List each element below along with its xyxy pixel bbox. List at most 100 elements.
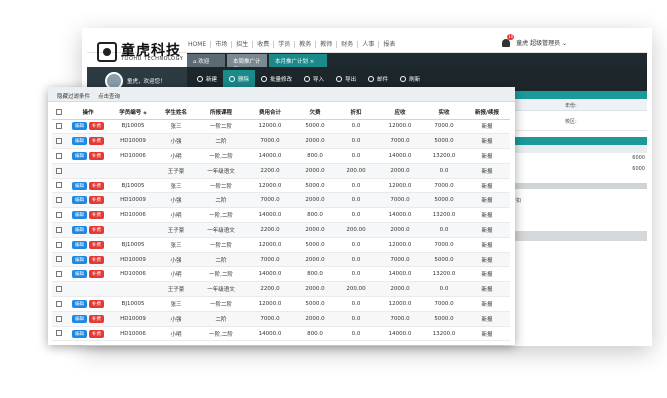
cell-student-id: BJ10005: [110, 296, 156, 312]
user-name[interactable]: 童虎 超级管理员 ⌄: [516, 38, 567, 47]
edit-button[interactable]: 编辑: [72, 329, 87, 338]
table-row[interactable]: 编辑 补费 HD10009 小强 二阶 7000.0 2000.0 0.0 7000.0 5000…: [52, 192, 510, 209]
row-checkbox-cell[interactable]: [52, 326, 66, 342]
batch-edit-button[interactable]: 批量修改: [255, 70, 298, 88]
select-all-checkbox-cell[interactable]: [52, 105, 66, 120]
add-fee-button[interactable]: 补费: [89, 270, 104, 279]
checkbox[interactable]: [56, 226, 62, 233]
mail-button[interactable]: 邮件: [362, 70, 394, 88]
table-row[interactable]: 编辑 补费 BJ10005 张三 一阶二阶 12000.0 5000.0 0.0 12000.0…: [52, 178, 510, 194]
table-row[interactable]: 编辑 补费 王子豪 一年级语文 2200.0 2000.0 200.00 2000.0 0.0 新…: [52, 222, 510, 238]
export-button[interactable]: 导出: [330, 70, 362, 88]
table-row[interactable]: 编辑 补费 BJ10005 张三 一阶二阶 12000.0 5000.0 0.0 12000.0…: [52, 237, 510, 253]
row-checkbox-cell[interactable]: [52, 148, 66, 164]
edit-button[interactable]: 编辑: [72, 225, 87, 234]
topnav-item[interactable]: 报表: [379, 41, 399, 48]
sort-icon[interactable]: ◆: [143, 111, 146, 116]
edit-button[interactable]: 编辑: [72, 137, 87, 146]
add-fee-button[interactable]: 补费: [89, 329, 104, 338]
query-link[interactable]: 点击查询: [98, 92, 120, 100]
checkbox[interactable]: [56, 256, 62, 263]
checkbox[interactable]: [56, 241, 62, 248]
table-row[interactable]: 编辑 补费 HD10006 小明 一阶,二阶 14000.0 800.0 0.0 14000.0…: [52, 148, 510, 164]
col-student-id[interactable]: 学员编号 ◆: [110, 105, 156, 120]
topnav-item[interactable]: 人事: [358, 40, 380, 48]
row-checkbox-cell[interactable]: [52, 163, 66, 179]
checkbox[interactable]: [56, 330, 62, 337]
hide-filter-link[interactable]: 隐藏过滤条件: [57, 92, 90, 100]
add-fee-button[interactable]: 补费: [89, 181, 104, 190]
row-checkbox-cell[interactable]: [52, 281, 66, 298]
row-checkbox-cell[interactable]: [52, 311, 66, 327]
bell-icon[interactable]: 10: [502, 33, 515, 47]
tab-month-plan[interactable]: 本月推广计划 ×: [269, 54, 327, 67]
checkbox[interactable]: [56, 300, 62, 307]
edit-button[interactable]: 编辑: [72, 255, 87, 264]
edit-button[interactable]: 编辑: [72, 314, 87, 323]
checkbox[interactable]: [56, 315, 62, 322]
checkbox[interactable]: [56, 108, 62, 115]
add-fee-button[interactable]: 补费: [89, 240, 104, 249]
refresh-button[interactable]: 刷新: [394, 70, 426, 88]
delete-button[interactable]: 删除: [223, 70, 256, 88]
row-checkbox-cell[interactable]: [52, 252, 66, 268]
topnav-item[interactable]: 财务: [337, 40, 359, 48]
edit-button[interactable]: 编辑: [72, 196, 87, 205]
table-row[interactable]: 编辑 补费 HD10009 小强 二阶 7000.0 2000.0 0.0 7000.0 5000…: [52, 311, 510, 327]
import-button[interactable]: 导入: [298, 70, 330, 88]
row-checkbox-cell[interactable]: [52, 222, 66, 238]
add-fee-button[interactable]: 补费: [89, 211, 104, 220]
checkbox[interactable]: [56, 271, 62, 278]
topnav-item[interactable]: 教师: [316, 40, 338, 48]
edit-button[interactable]: 编辑: [72, 211, 87, 220]
cell-student-id: [110, 281, 156, 298]
edit-button[interactable]: 编辑: [72, 151, 87, 160]
new-button[interactable]: 新建: [191, 70, 223, 88]
table-row[interactable]: 编辑 补费 BJ10005 张三 一阶二阶 12000.0 5000.0 0.0 12000.0…: [52, 296, 510, 312]
edit-button[interactable]: 编辑: [72, 299, 87, 308]
row-checkbox-cell[interactable]: [52, 178, 66, 194]
checkbox[interactable]: [56, 137, 62, 144]
add-fee-button[interactable]: 补费: [89, 225, 104, 234]
checkbox[interactable]: [56, 197, 62, 204]
checkbox[interactable]: [56, 211, 62, 218]
table-row[interactable]: 王子豪 一年级语文 2200.0 2000.0 200.00 2000.0 0.0 新报: [52, 281, 510, 298]
add-fee-button[interactable]: 补费: [89, 137, 104, 146]
tab-welcome[interactable]: ⌂ 欢迎: [187, 54, 225, 67]
add-fee-button[interactable]: 补费: [89, 255, 104, 264]
edit-button[interactable]: 编辑: [72, 181, 87, 190]
table-row[interactable]: 编辑 补费 HD10009 小强 二阶 7000.0 2000.0 0.0 7000.0 5000…: [52, 133, 510, 150]
topnav-item[interactable]: 学员: [274, 40, 296, 48]
row-checkbox-cell[interactable]: [52, 192, 66, 209]
table-row[interactable]: 王子豪 一年级语文 2200.0 2000.0 200.00 2000.0 0.0 新报: [52, 163, 510, 179]
user-area[interactable]: 10 童虎 超级管理员 ⌄: [502, 33, 567, 47]
table-row[interactable]: 编辑 补费 HD10006 小明 一阶,二阶 14000.0 800.0 0.0 14000.0…: [52, 207, 510, 224]
add-fee-button[interactable]: 补费: [89, 196, 104, 205]
row-checkbox-cell[interactable]: [52, 237, 66, 253]
checkbox[interactable]: [56, 123, 62, 130]
add-fee-button[interactable]: 补费: [89, 299, 104, 308]
edit-button[interactable]: 编辑: [72, 122, 87, 131]
tab-week-plan[interactable]: 本周推广计划 ×: [227, 54, 267, 73]
checkbox[interactable]: [56, 182, 62, 189]
topnav-item[interactable]: 招生: [232, 40, 254, 48]
add-fee-button[interactable]: 补费: [89, 314, 104, 323]
add-fee-button[interactable]: 补费: [89, 122, 104, 131]
add-fee-button[interactable]: 补费: [89, 151, 104, 160]
checkbox[interactable]: [56, 152, 62, 159]
table-row[interactable]: 编辑 补费 HD10006 小明 一阶,二阶 14000.0 800.0 0.0 14000.0…: [52, 326, 510, 342]
table-row[interactable]: 编辑 补费 BJ10005 张三 一阶二阶 12000.0 5000.0 0.0 12000.0…: [52, 119, 510, 135]
row-checkbox-cell[interactable]: [52, 266, 66, 283]
row-checkbox-cell[interactable]: [52, 207, 66, 224]
table-row[interactable]: 编辑 补费 HD10009 小强 二阶 7000.0 2000.0 0.0 7000.0 5000…: [52, 252, 510, 268]
table-row[interactable]: 编辑 补费 HD10006 小明 一阶,二阶 14000.0 800.0 0.0 14000.0…: [52, 266, 510, 283]
row-checkbox-cell[interactable]: [52, 133, 66, 150]
row-checkbox-cell[interactable]: [52, 119, 66, 135]
checkbox[interactable]: [56, 167, 62, 174]
topnav-item[interactable]: 收费: [253, 40, 275, 48]
checkbox[interactable]: [56, 285, 62, 292]
edit-button[interactable]: 编辑: [72, 270, 87, 279]
topnav-item[interactable]: 教务: [295, 40, 317, 48]
edit-button[interactable]: 编辑: [72, 240, 87, 249]
row-checkbox-cell[interactable]: [52, 296, 66, 312]
